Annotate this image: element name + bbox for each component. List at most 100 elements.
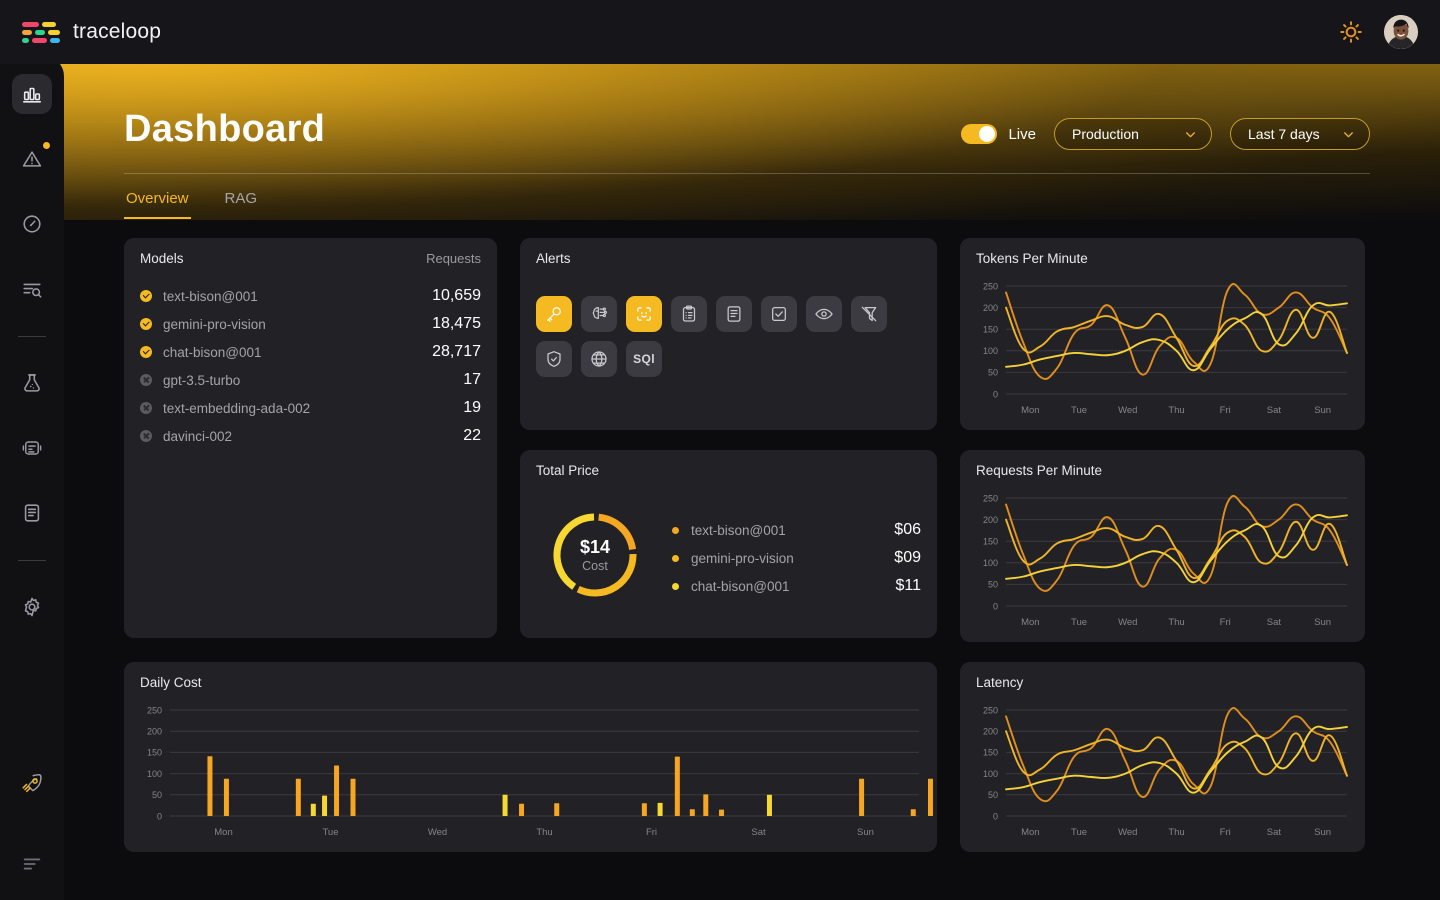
live-toggle-label: Live <box>1008 125 1036 143</box>
sidebar-item-experiments[interactable] <box>12 363 52 403</box>
sidebar-item-alerts[interactable] <box>12 139 52 179</box>
avatar[interactable] <box>1384 15 1418 49</box>
page-title: Dashboard <box>124 108 326 150</box>
live-toggle-switch[interactable] <box>961 124 998 144</box>
y-axis-tick-label: 0 <box>993 811 998 821</box>
sun-icon[interactable] <box>1338 19 1364 45</box>
tab-bar: Overview RAG <box>124 183 259 219</box>
robot-icon <box>22 441 42 455</box>
sidebar <box>0 56 64 900</box>
model-name: gemini-pro-vision <box>163 316 266 332</box>
logo-bar <box>48 29 61 35</box>
alert-triangle-icon <box>22 151 42 167</box>
sidebar-item-get-started[interactable] <box>12 764 52 804</box>
logo-bar <box>22 37 29 43</box>
price-value: $06 <box>894 521 921 538</box>
sidebar-item-traces[interactable] <box>12 269 52 309</box>
tab-rag[interactable]: RAG <box>223 183 260 219</box>
hamburger-icon <box>23 858 41 870</box>
latency-chart: 0 50 100 150 200 250 Mon Tue Wed Thu Fri Sat Sun <box>960 694 1365 848</box>
y-axis-tick-label: 50 <box>988 368 998 378</box>
bar <box>295 778 301 816</box>
y-axis-tick-label: 0 <box>157 811 162 821</box>
face-detection-alert[interactable] <box>626 296 662 332</box>
bar <box>674 756 680 816</box>
price-model-name: text-bison@001 <box>691 522 786 538</box>
line-series-series-b <box>1005 518 1348 579</box>
sidebar-item-monitoring[interactable] <box>12 204 52 244</box>
y-axis-tick-label: 150 <box>983 537 998 547</box>
bar <box>223 778 229 816</box>
y-axis-tick-label: 250 <box>983 281 998 291</box>
sql-injection-alert[interactable]: SQl <box>626 341 662 377</box>
sidebar-item-agents[interactable] <box>12 428 52 468</box>
y-axis-tick-label: 0 <box>993 389 998 399</box>
network-alert[interactable] <box>581 341 617 377</box>
date-range-value: Last 7 days <box>1248 126 1320 142</box>
check-icon <box>140 346 152 358</box>
bar <box>689 809 695 816</box>
chevron-down-icon <box>1330 128 1355 141</box>
content-alert[interactable] <box>716 296 752 332</box>
disabled-icon <box>140 402 152 414</box>
hero-controls: Live Production Last 7 days <box>961 118 1370 150</box>
tab-overview[interactable]: Overview <box>124 183 191 219</box>
total-price-card: Total Price $14 Cost text-bison@001 $06 ge… <box>520 450 937 638</box>
x-axis-tick-label: Tue <box>322 827 338 838</box>
logo-row <box>22 21 60 27</box>
y-axis-tick-label: 250 <box>983 493 998 503</box>
price-row: chat-bison@001 $11 <box>672 572 921 600</box>
pii-secrets-alert[interactable] <box>536 296 572 332</box>
traceloop-logo-icon <box>22 18 61 46</box>
environment-select[interactable]: Production <box>1054 118 1212 150</box>
date-range-select[interactable]: Last 7 days <box>1230 118 1370 150</box>
observability-alert[interactable] <box>806 296 842 332</box>
gear-icon <box>24 597 40 617</box>
latency-title: Latency <box>976 675 1024 690</box>
line-series-series-b <box>1005 730 1348 790</box>
x-axis-tick-label: Wed <box>1118 405 1137 416</box>
logo-bar <box>22 21 39 27</box>
hallucination-alert[interactable] <box>581 296 617 332</box>
bar <box>859 778 865 816</box>
sidebar-item-dashboard[interactable] <box>12 74 52 114</box>
logo-row <box>22 37 60 43</box>
sidebar-item-collapse-menu[interactable] <box>12 844 52 884</box>
sidebar-item-datasets[interactable] <box>12 493 52 533</box>
bar <box>703 794 709 816</box>
sidebar-item-settings[interactable] <box>12 587 52 627</box>
logo-bar <box>42 21 56 27</box>
top-bar: traceloop <box>0 0 1440 64</box>
series-color-dot <box>672 526 679 534</box>
x-axis-tick-label: Fri <box>1220 827 1231 838</box>
x-axis-tick-label: Sun <box>1314 827 1331 838</box>
checkbox-icon <box>772 307 786 321</box>
bar <box>927 778 933 816</box>
brand[interactable]: traceloop <box>22 18 161 46</box>
validation-alert[interactable] <box>761 296 797 332</box>
bar <box>207 756 213 816</box>
logo-row <box>22 29 61 35</box>
brand-name: traceloop <box>73 20 162 43</box>
gauge-icon <box>23 215 41 233</box>
live-toggle[interactable]: Live <box>961 124 1036 144</box>
policy-alert[interactable] <box>671 296 707 332</box>
model-row[interactable]: gpt-3.5-turbo 17 <box>140 366 481 394</box>
model-row[interactable]: text-bison@001 10,659 <box>140 282 481 310</box>
model-row[interactable]: chat-bison@001 28,717 <box>140 338 481 366</box>
filter-alert[interactable] <box>851 296 887 332</box>
alerts-tile-grid: SQl <box>536 296 926 377</box>
y-axis-tick-label: 200 <box>147 727 162 737</box>
price-row: gemini-pro-vision $09 <box>672 544 921 572</box>
security-alert[interactable] <box>536 341 572 377</box>
model-row[interactable]: gemini-pro-vision 18,475 <box>140 310 481 338</box>
model-request-count: 28,717 <box>432 343 481 360</box>
daily-cost-card: Daily Cost 0 50 100 150 200 250 Mon Tue Wed Thu Fr… <box>124 662 937 852</box>
model-row[interactable]: text-embedding-ada-002 19 <box>140 394 481 422</box>
clipboard-list-icon <box>682 305 696 322</box>
bar <box>719 809 725 816</box>
model-row[interactable]: davinci-002 22 <box>140 422 481 450</box>
x-axis-tick-label: Thu <box>1168 827 1184 838</box>
y-axis-tick-label: 150 <box>147 748 162 758</box>
models-list: text-bison@001 10,659 gemini-pro-vision 18,… <box>140 282 481 450</box>
